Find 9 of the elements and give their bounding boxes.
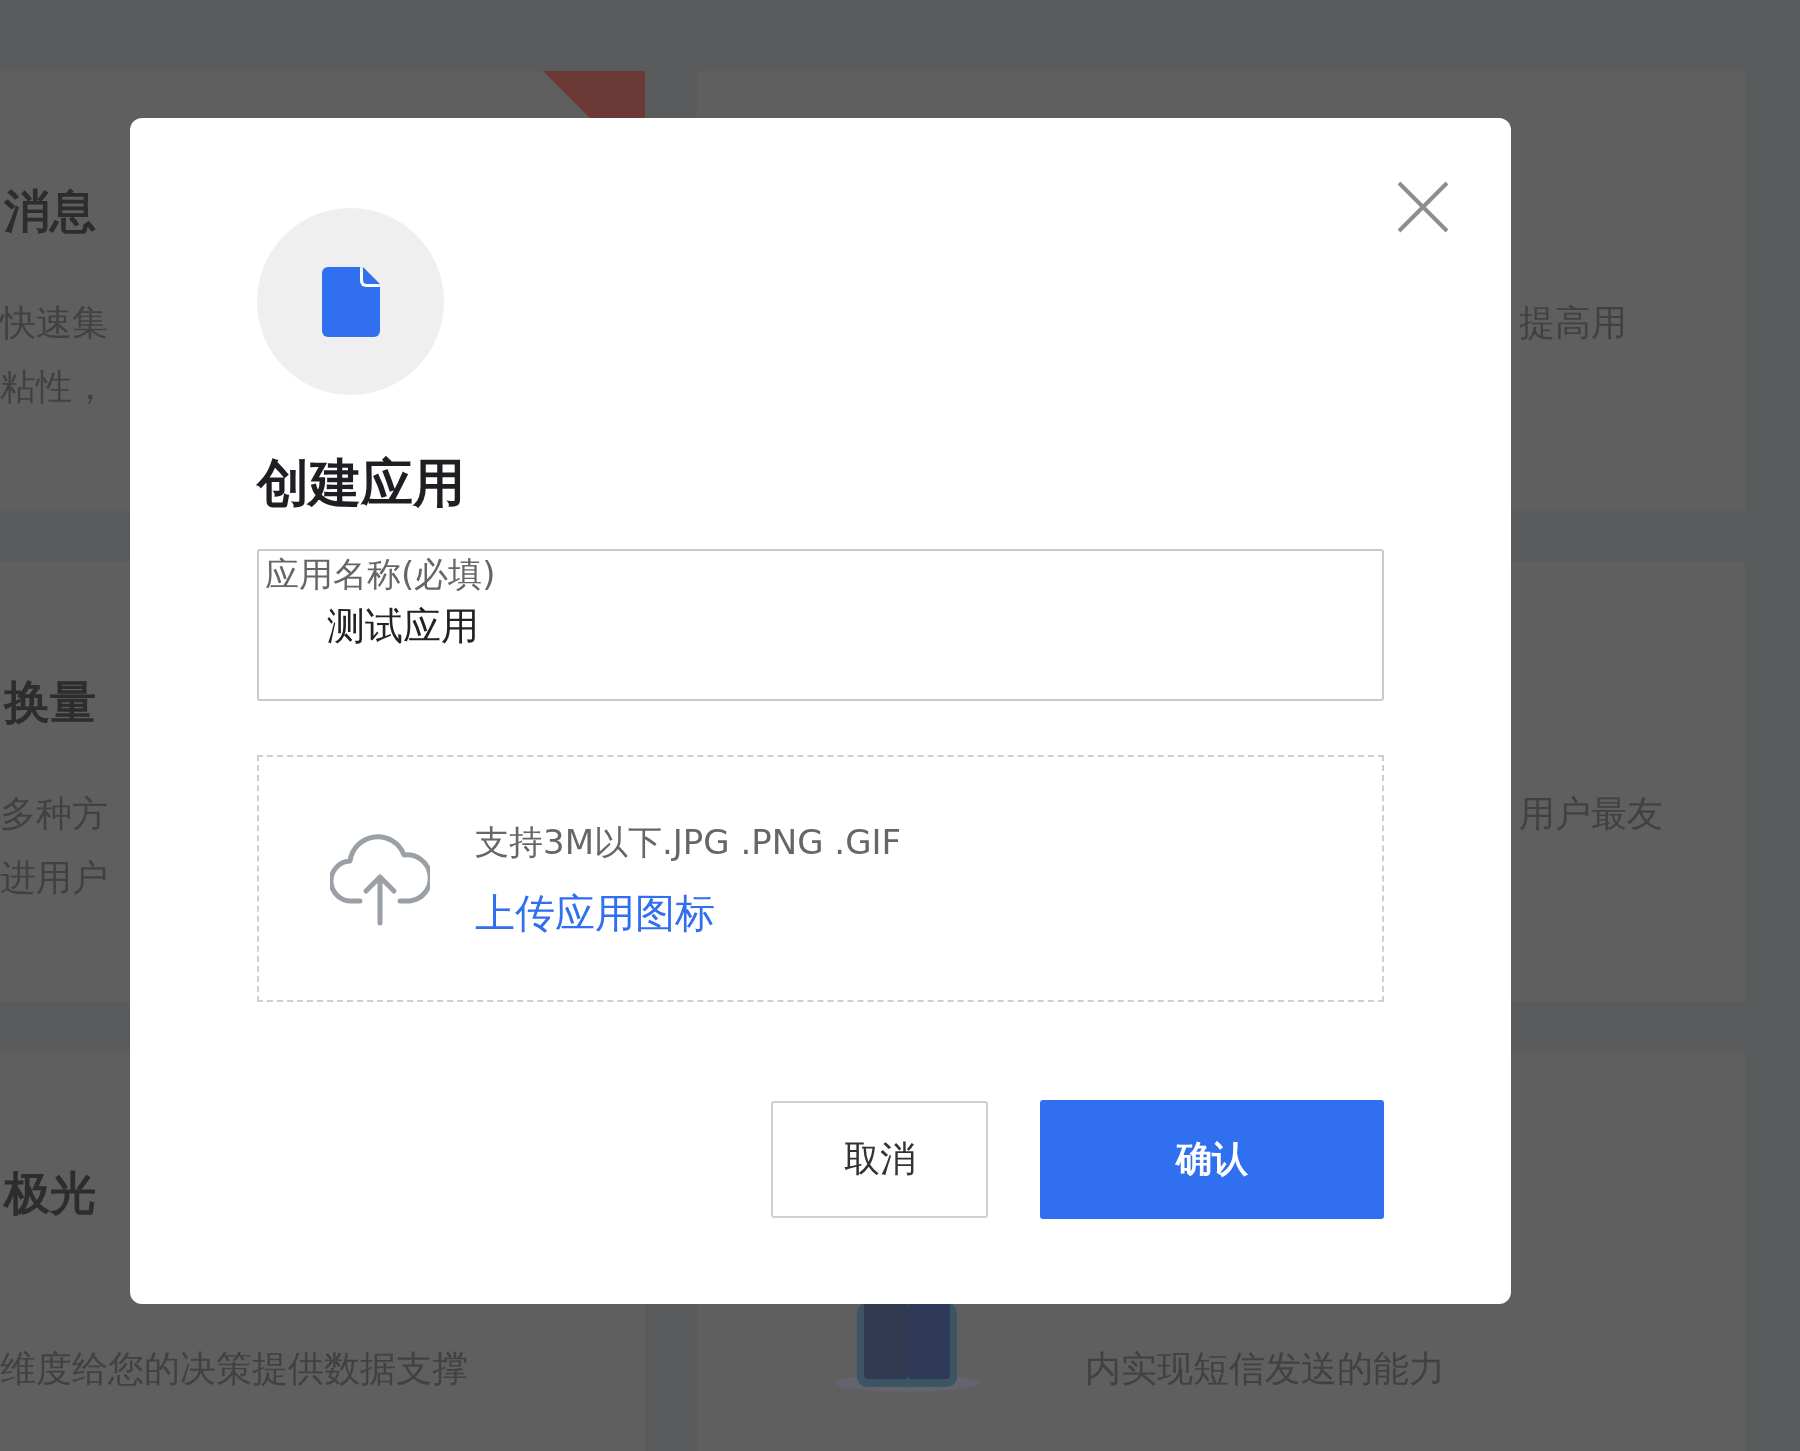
dialog-title: 创建应用 (257, 452, 466, 515)
cancel-button[interactable]: 取消 (771, 1101, 988, 1218)
upload-link[interactable]: 上传应用图标 (475, 887, 902, 938)
confirm-button[interactable]: 确认 (1040, 1100, 1384, 1219)
upload-area[interactable]: 支持3M以下.JPG .PNG .GIF 上传应用图标 (257, 755, 1384, 1002)
document-icon (321, 266, 380, 337)
close-icon[interactable] (1397, 181, 1449, 233)
field-label: 应用名称(必填) (265, 553, 496, 595)
upload-hint: 支持3M以下.JPG .PNG .GIF (475, 820, 902, 864)
